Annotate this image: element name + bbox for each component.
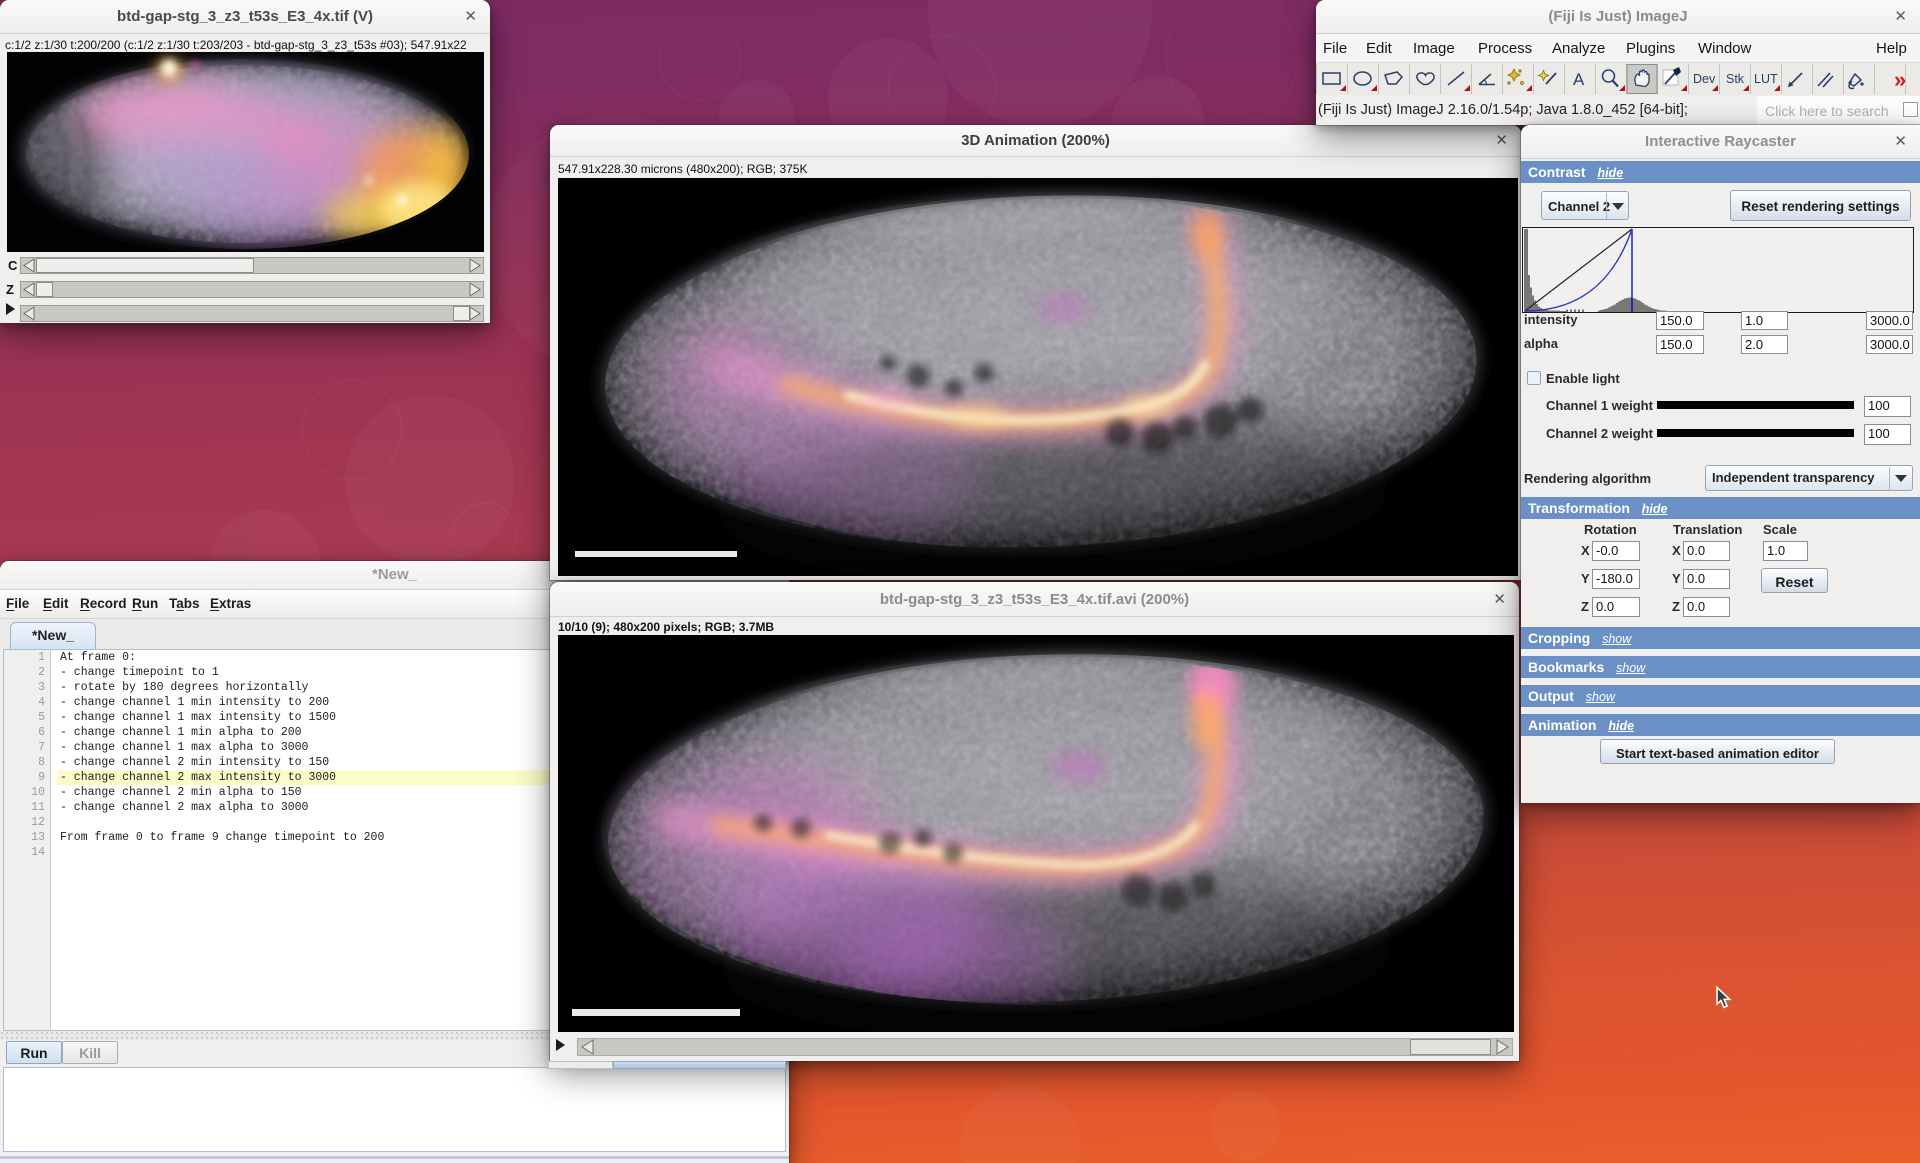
svg-text:Dev: Dev [1693,72,1716,86]
svg-text:A: A [1573,70,1585,89]
svg-text:Stk: Stk [1726,72,1745,86]
svg-text:»: » [1894,67,1906,92]
svg-text:LUT: LUT [1754,72,1778,86]
